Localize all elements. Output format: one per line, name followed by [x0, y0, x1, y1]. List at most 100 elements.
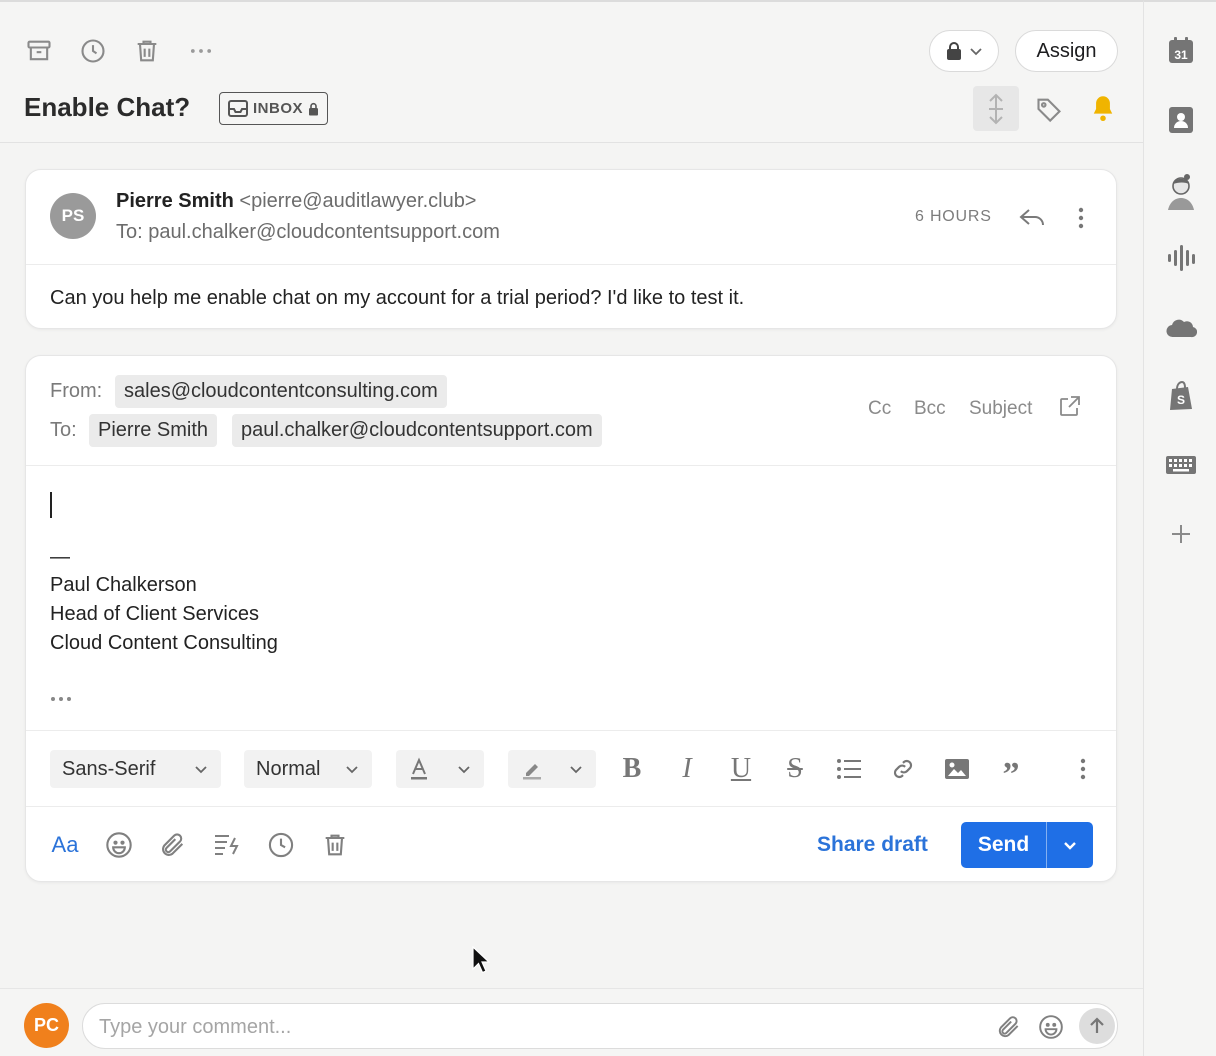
calendar-icon[interactable]: 31 [1165, 35, 1197, 67]
attachment-icon[interactable] [993, 1011, 1025, 1043]
message-card: PS Pierre Smith <pierre@auditlawyer.club… [25, 169, 1117, 329]
cc-button[interactable]: Cc [868, 398, 891, 420]
emoji-icon[interactable] [104, 830, 134, 860]
shopify-bag-icon[interactable]: S [1165, 380, 1197, 412]
bulleted-list-icon[interactable] [834, 754, 864, 784]
bcc-button[interactable]: Bcc [914, 398, 946, 420]
page-title: Enable Chat? [24, 92, 191, 122]
tag-button[interactable] [1026, 86, 1072, 131]
chevron-down-icon [970, 48, 982, 56]
discard-draft-icon[interactable] [320, 830, 350, 860]
conversation-header: Assign Enable Chat? INBOX [0, 2, 1143, 143]
chevron-down-icon [570, 766, 582, 774]
send-button[interactable]: Send [961, 822, 1047, 868]
keyboard-icon[interactable] [1165, 449, 1197, 481]
chevron-down-icon [1064, 842, 1076, 850]
sender-line: Pierre Smith <pierre@auditlawyer.club> [116, 190, 477, 213]
signature-line: Paul Chalkerson [50, 574, 197, 596]
expand-collapse-button[interactable] [973, 86, 1019, 131]
subject-button[interactable]: Subject [969, 398, 1032, 420]
snooze-clock-icon[interactable] [78, 36, 108, 66]
insert-image-icon[interactable] [942, 754, 972, 784]
trash-icon[interactable] [132, 36, 162, 66]
mouse-pointer-icon [472, 945, 491, 979]
font-size-select[interactable]: Normal [244, 750, 372, 788]
recipient-chip[interactable]: paul.chalker@cloudcontentsupport.com [232, 414, 602, 447]
blockquote-icon[interactable]: ” [996, 754, 1026, 792]
arrow-up-icon [1090, 1017, 1104, 1033]
bell-icon [1093, 95, 1113, 121]
message-body: Can you help me enable chat on my accoun… [50, 287, 745, 309]
text-color-icon [411, 757, 427, 780]
comment-input[interactable] [99, 1012, 979, 1042]
add-integration-icon[interactable] [1165, 518, 1197, 550]
from-label: From: [50, 380, 103, 402]
inbox-icon [228, 100, 248, 117]
lock-icon [309, 102, 319, 115]
highlighter-icon [523, 764, 541, 780]
more-horizontal-icon[interactable] [186, 36, 216, 66]
text-color-select[interactable] [396, 750, 484, 788]
divider [26, 730, 1116, 731]
more-vertical-icon[interactable] [1068, 754, 1098, 784]
share-draft-button[interactable]: Share draft [817, 833, 928, 857]
visibility-lock-dropdown[interactable] [929, 30, 999, 72]
more-vertical-icon[interactable] [1069, 202, 1093, 234]
formatting-toggle-icon[interactable]: Aa [50, 830, 80, 860]
from-sender-chip[interactable]: sales@cloudcontentconsulting.com [115, 375, 447, 408]
link-icon[interactable] [888, 754, 918, 784]
popout-icon[interactable] [1058, 394, 1084, 420]
conversation-pane: Assign Enable Chat? INBOX PS Pierre Smit… [0, 0, 1144, 1056]
audio-waveform-icon[interactable] [1165, 242, 1197, 274]
comment-box [82, 1003, 1118, 1049]
emoji-icon[interactable] [1035, 1011, 1067, 1043]
italic-icon[interactable]: I [672, 753, 702, 784]
lock-icon [947, 42, 961, 60]
svg-text:S: S [1177, 393, 1185, 407]
send-button-group: Send [961, 822, 1093, 868]
font-family-value: Sans-Serif [62, 757, 156, 780]
message-timestamp: 6 HOURS [915, 208, 992, 225]
inbox-tag-label: INBOX [253, 100, 304, 117]
message-templates-icon[interactable] [212, 830, 242, 860]
recipient-chip[interactable]: Pierre Smith [89, 414, 218, 447]
post-comment-button[interactable] [1079, 1008, 1115, 1044]
archive-icon[interactable] [24, 36, 54, 66]
send-options-dropdown[interactable] [1047, 822, 1093, 868]
divider [26, 264, 1116, 265]
expand-vertical-icon [989, 93, 1003, 124]
calendar-day: 31 [1174, 48, 1188, 62]
show-trimmed-content-icon[interactable] [50, 690, 76, 701]
avatar-illustration-icon[interactable] [1165, 172, 1197, 212]
sender-email: <pierre@auditlawyer.club> [239, 190, 477, 212]
strikethrough-icon[interactable]: S [780, 753, 810, 784]
tag-icon [1037, 98, 1061, 122]
reply-icon[interactable] [1016, 202, 1048, 234]
notifications-button[interactable] [1080, 86, 1126, 131]
bold-icon[interactable]: B [617, 753, 647, 784]
comment-bar: PC [0, 988, 1143, 1056]
chevron-down-icon [346, 766, 358, 774]
font-size-value: Normal [256, 757, 321, 780]
signature-line: Cloud Content Consulting [50, 632, 278, 654]
font-family-select[interactable]: Sans-Serif [50, 750, 221, 788]
inbox-tag[interactable]: INBOX [219, 92, 329, 125]
attachment-icon[interactable] [158, 830, 188, 860]
sender-name[interactable]: Pierre Smith [116, 190, 234, 212]
avatar: PS [50, 193, 96, 239]
to-label: To: [50, 419, 77, 441]
reply-composer: From: sales@cloudcontentconsulting.com T… [25, 355, 1117, 882]
integrations-sidebar: 31 S [1144, 0, 1216, 1056]
avatar: PC [24, 1003, 69, 1048]
chevron-down-icon [195, 766, 207, 774]
assign-button[interactable]: Assign [1015, 30, 1118, 72]
schedule-send-icon[interactable] [266, 830, 296, 860]
underline-icon[interactable]: U [726, 753, 756, 784]
highlight-color-select[interactable] [508, 750, 596, 788]
signature-line: Head of Client Services [50, 603, 259, 625]
message-editor[interactable]: — Paul Chalkerson Head of Client Service… [26, 466, 1116, 731]
divider [26, 806, 1116, 807]
chevron-down-icon [458, 766, 470, 774]
contact-card-icon[interactable] [1165, 104, 1197, 136]
salesforce-cloud-icon[interactable] [1165, 311, 1197, 343]
